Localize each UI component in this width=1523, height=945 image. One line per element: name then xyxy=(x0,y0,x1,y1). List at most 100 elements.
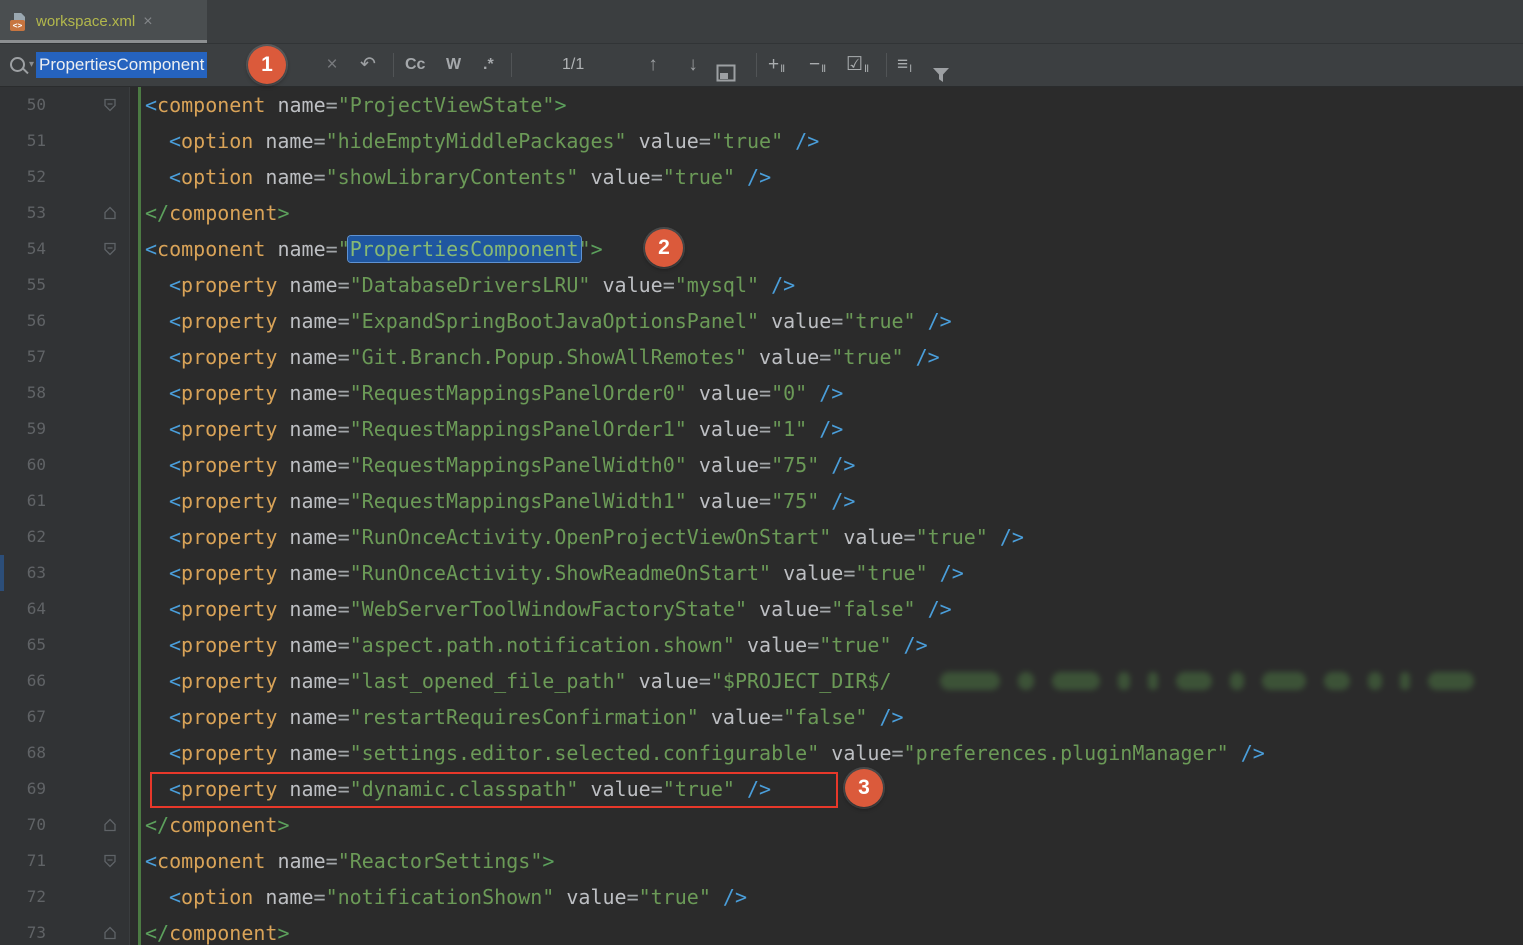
fold-end-icon[interactable] xyxy=(102,925,118,941)
token-s: "75" xyxy=(771,489,819,513)
words-toggle[interactable]: W xyxy=(446,44,461,86)
code-line-61[interactable]: 61<property name="RequestMappingsPanelWi… xyxy=(0,483,1523,519)
search-in-selection-icon[interactable]: ≡I xyxy=(897,44,911,90)
token-s: "RunOnceActivity.OpenProjectViewOnStart" xyxy=(350,525,832,549)
code-line-62[interactable]: 62<property name="RunOnceActivity.OpenPr… xyxy=(0,519,1523,555)
token-e: = xyxy=(663,273,675,297)
code-line-51[interactable]: 51<option name="hideEmptyMiddlePackages"… xyxy=(0,123,1523,159)
separator xyxy=(393,53,394,77)
line-number: 63 xyxy=(0,555,46,591)
code-line-71[interactable]: 71<component name="ReactorSettings"> xyxy=(0,843,1523,879)
code-text: <option name="notificationShown" value="… xyxy=(169,879,747,915)
line-number: 50 xyxy=(0,87,46,123)
tab-close-icon[interactable]: × xyxy=(143,14,152,30)
code-line-50[interactable]: 50<component name="ProjectViewState"> xyxy=(0,87,1523,123)
search-icon[interactable] xyxy=(10,57,34,73)
code-line-55[interactable]: 55<property name="DatabaseDriversLRU" va… xyxy=(0,267,1523,303)
code-line-64[interactable]: 64<property name="WebServerToolWindowFac… xyxy=(0,591,1523,627)
code-text: <property name="RequestMappingsPanelOrde… xyxy=(169,375,843,411)
remove-occurrence-icon[interactable]: −II xyxy=(809,44,825,90)
code-line-56[interactable]: 56<property name="ExpandSpringBootJavaOp… xyxy=(0,303,1523,339)
line-number: 65 xyxy=(0,627,46,663)
token-s: "Git.Branch.Popup.ShowAllRemotes" xyxy=(350,345,747,369)
previous-occurrence-icon[interactable]: ↑ xyxy=(641,44,665,86)
token-s: "75" xyxy=(771,453,819,477)
token-t: property xyxy=(181,489,277,513)
next-occurrence-icon[interactable]: ↓ xyxy=(681,44,705,86)
token-t: property xyxy=(181,705,277,729)
code-line-69[interactable]: 69<property name="dynamic.classpath" val… xyxy=(0,771,1523,807)
token-a: name xyxy=(253,165,313,189)
token-e: = xyxy=(314,885,326,909)
fold-end-icon[interactable] xyxy=(102,205,118,221)
add-occurrence-icon[interactable]: +II xyxy=(768,44,784,90)
newline-icon[interactable]: ↶ xyxy=(356,44,380,86)
token-b: < xyxy=(145,237,157,261)
token-e: = xyxy=(314,129,326,153)
token-e: = xyxy=(338,525,350,549)
code-line-58[interactable]: 58 <property name="RequestMappingsPanelOr… xyxy=(0,375,1523,411)
line-number: 68 xyxy=(0,735,46,771)
code-line-59[interactable]: 59<property name="RequestMappingsPanelOr… xyxy=(0,411,1523,447)
code-line-68[interactable]: 68<property name="settings.editor.select… xyxy=(0,735,1523,771)
token-b: < xyxy=(169,381,181,405)
token-e: = xyxy=(759,489,771,513)
code-line-60[interactable]: 60<property name="RequestMappingsPanelWi… xyxy=(0,447,1523,483)
open-in-find-window-icon[interactable] xyxy=(716,56,736,74)
code-line-73[interactable]: 73</component> xyxy=(0,915,1523,945)
token-s: "RequestMappingsPanelOrder1" xyxy=(350,417,687,441)
code-text: <property name="RequestMappingsPanelWidt… xyxy=(169,447,855,483)
token-b: < xyxy=(145,849,157,873)
code-line-53[interactable]: 53</component> xyxy=(0,195,1523,231)
code-line-70[interactable]: 70</component> xyxy=(0,807,1523,843)
filter-icon[interactable] xyxy=(932,57,950,73)
code-line-72[interactable]: 72<option name="notificationShown" value… xyxy=(0,879,1523,915)
token-e: = xyxy=(904,525,916,549)
clear-search-icon[interactable]: × xyxy=(320,44,344,86)
code-text: <option name="hideEmptyMiddlePackages" v… xyxy=(169,123,819,159)
regex-toggle[interactable]: .* xyxy=(483,44,494,86)
token-c: > xyxy=(554,93,566,117)
code-line-54[interactable]: 54<component name="PropertiesComponent">… xyxy=(0,231,1523,267)
code-line-63[interactable]: 63<property name="RunOnceActivity.ShowRe… xyxy=(0,555,1523,591)
token-a: value xyxy=(771,561,843,585)
token-b: /> xyxy=(1229,741,1265,765)
separator xyxy=(511,53,512,77)
annotation-badge-2: 2 xyxy=(645,229,683,267)
code-line-65[interactable]: 65<property name="aspect.path.notificati… xyxy=(0,627,1523,663)
token-s: "$PROJECT_DIR$/ xyxy=(711,669,892,693)
token-t: option xyxy=(181,129,253,153)
tab-workspace-xml[interactable]: workspace.xml × xyxy=(0,0,207,43)
search-input[interactable]: PropertiesComponent xyxy=(36,44,276,86)
line-number: 58 xyxy=(0,375,46,411)
token-e: = xyxy=(627,885,639,909)
token-t: property xyxy=(181,273,277,297)
token-b: /> xyxy=(711,885,747,909)
token-t: component xyxy=(169,201,277,225)
code-text: <property name="ExpandSpringBootJavaOpti… xyxy=(169,303,952,339)
fold-start-icon[interactable] xyxy=(102,241,118,257)
fold-start-icon[interactable] xyxy=(102,97,118,113)
code-line-67[interactable]: 67<property name="restartRequiresConfirm… xyxy=(0,699,1523,735)
token-e: = xyxy=(338,381,350,405)
code-text: <option name="showLibraryContents" value… xyxy=(169,159,771,195)
code-line-52[interactable]: 52<option name="showLibraryContents" val… xyxy=(0,159,1523,195)
token-a: name xyxy=(277,489,337,513)
token-s: "false" xyxy=(831,597,915,621)
code-line-66[interactable]: 66<property name="last_opened_file_path"… xyxy=(0,663,1523,699)
line-number: 71 xyxy=(0,843,46,879)
token-a: value xyxy=(590,273,662,297)
token-b: < xyxy=(169,741,181,765)
match-case-toggle[interactable]: Cc xyxy=(405,44,425,86)
token-e: = xyxy=(338,633,350,657)
token-e: = xyxy=(338,489,350,513)
fold-start-icon[interactable] xyxy=(102,853,118,869)
code-line-57[interactable]: 57<property name="Git.Branch.Popup.ShowA… xyxy=(0,339,1523,375)
code-editor[interactable]: 50<component name="ProjectViewState">51<… xyxy=(0,87,1523,945)
select-all-occurrences-icon[interactable]: ☑II xyxy=(846,44,868,90)
token-b: /> xyxy=(916,309,952,333)
token-a: value xyxy=(699,705,771,729)
token-e: = xyxy=(326,93,338,117)
fold-end-icon[interactable] xyxy=(102,817,118,833)
token-c: > xyxy=(591,237,603,261)
